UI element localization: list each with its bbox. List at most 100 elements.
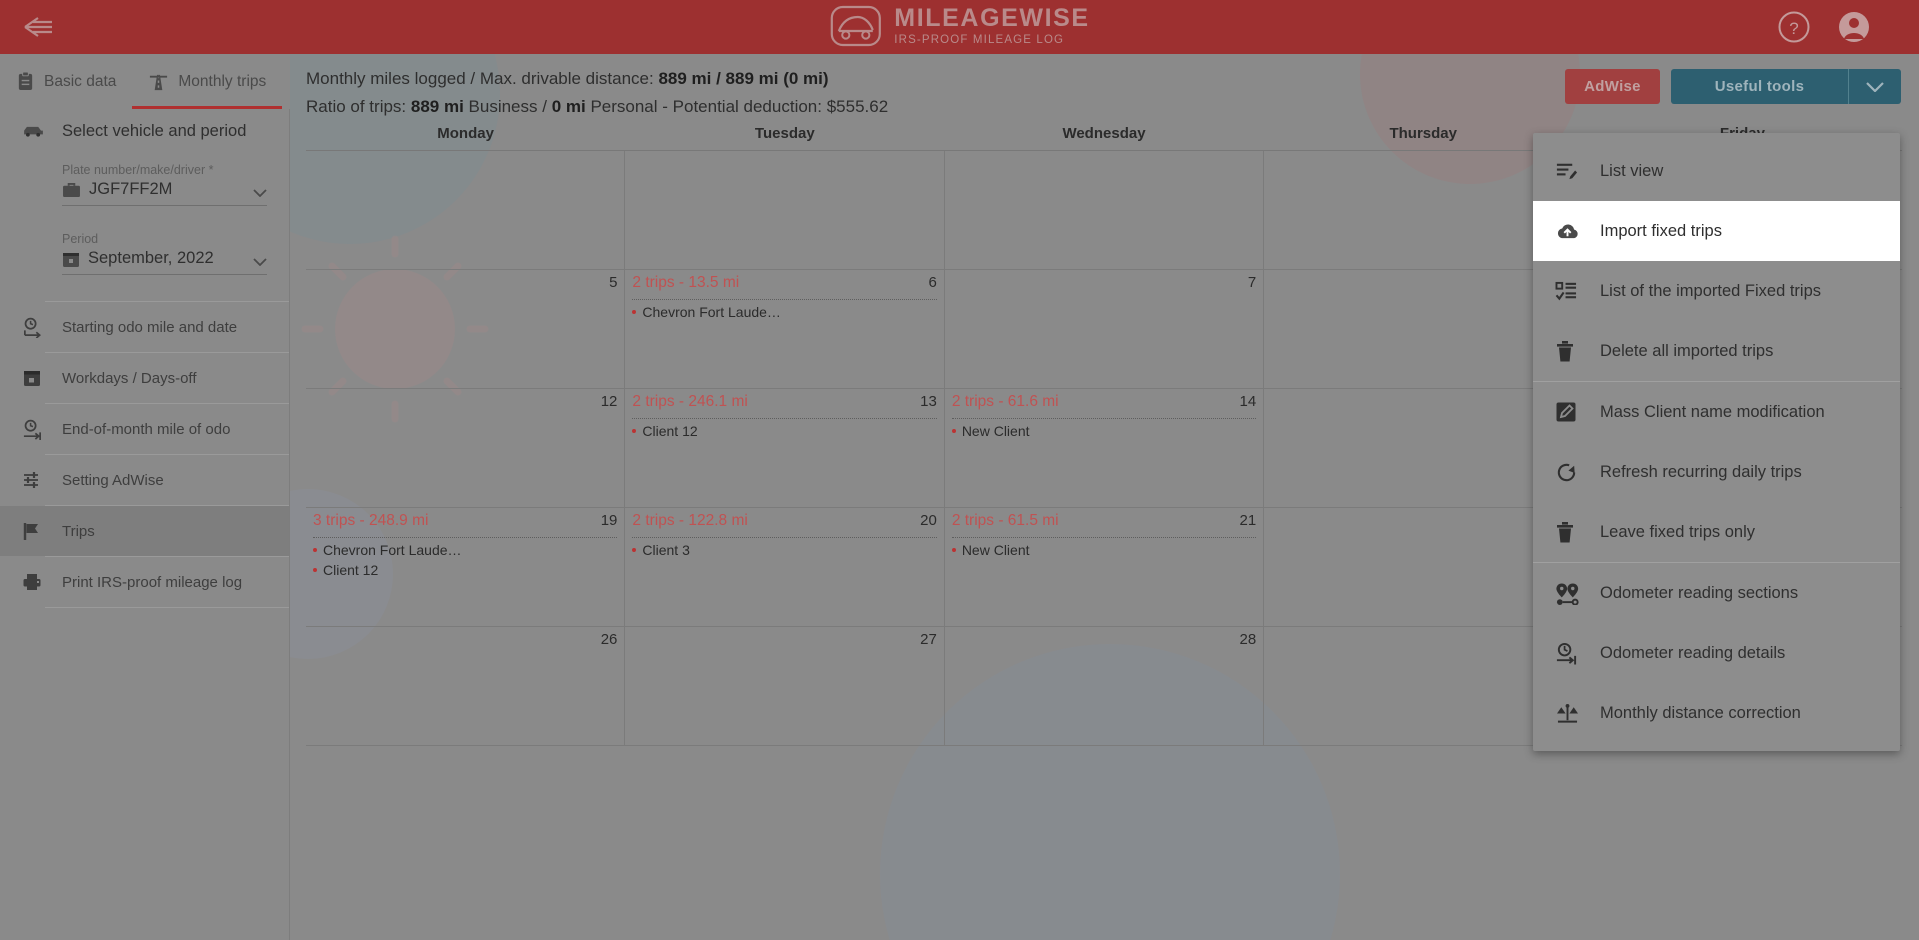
calendar-day-cell[interactable]: 28: [945, 627, 1265, 745]
cloud-upload-icon: [1555, 221, 1600, 242]
account-circle-icon[interactable]: [1837, 10, 1871, 44]
menu-item-label: Delete all imported trips: [1600, 341, 1774, 360]
day-client-entry[interactable]: Chevron Fort Laude…: [632, 304, 936, 320]
menu-item-odometer-reading-sections[interactable]: Odometer reading sections: [1533, 563, 1900, 623]
calendar-day-cell[interactable]: 2 trips - 61.6 mi 14 New Client: [945, 389, 1265, 507]
scales-icon: [1555, 703, 1600, 724]
list-edit-icon: [1555, 160, 1600, 183]
sidebar-item-print-log-label: Print IRS-proof mileage log: [62, 573, 243, 591]
calendar-day-cell[interactable]: 26: [306, 627, 626, 745]
day-number: 14: [1239, 393, 1257, 410]
plate-field-value: JGF7FF2M: [89, 180, 173, 198]
summary-line-2-suffix: Personal - Potential deduction: $555.62: [585, 97, 889, 116]
menu-item-label: Odometer reading sections: [1600, 583, 1799, 602]
period-field[interactable]: Period September, 2022: [62, 232, 267, 275]
calendar-day-cell[interactable]: 2 trips - 122.8 mi 20 Client 3: [625, 508, 945, 626]
day-number: 26: [600, 631, 618, 648]
menu-item-list-view[interactable]: List view: [1533, 141, 1900, 201]
sidebar-item-setting-adwise[interactable]: Setting AdWise: [0, 455, 289, 505]
day-number: 27: [920, 631, 937, 648]
day-client-entry[interactable]: Client 12: [313, 562, 617, 578]
plate-field-label: Plate number/make/driver *: [62, 163, 214, 177]
menu-item-list-of-the-imported-fixed-trips[interactable]: List of the imported Fixed trips: [1533, 261, 1900, 321]
day-client-entry[interactable]: Chevron Fort Laude…: [313, 542, 617, 558]
day-client-label: Client 12: [323, 562, 379, 578]
day-client-entry[interactable]: Client 3: [632, 542, 936, 558]
tab-basic-data-label: Basic data: [44, 72, 117, 90]
map-pins-icon: [1555, 582, 1600, 605]
calendar-day-cell[interactable]: 2 trips - 61.5 mi 21 New Client: [945, 508, 1265, 626]
summary-line-2-mid: Business /: [463, 97, 552, 116]
menu-item-label: Leave fixed trips only: [1600, 522, 1756, 541]
day-client-entry[interactable]: New Client: [951, 423, 1256, 439]
calendar-day-cell[interactable]: 3 trips - 248.9 mi 19 Chevron Fort Laude… C…: [306, 508, 626, 626]
menu-item-monthly-distance-correction[interactable]: Monthly distance correction: [1533, 683, 1900, 743]
calendar-day-cell[interactable]: 5: [306, 270, 626, 388]
menu-item-label: List of the imported Fixed trips: [1600, 281, 1822, 300]
bullet-icon: [951, 548, 956, 552]
tab-basic-data[interactable]: Basic data: [0, 54, 132, 109]
summary-line-1: Monthly miles logged / Max. drivable dis…: [306, 65, 888, 93]
day-client-label: New Client: [961, 423, 1030, 439]
sidebar-item-setting-adwise-label: Setting AdWise: [62, 471, 164, 489]
sidebar-item-starting-odo[interactable]: Starting odo mile and date: [0, 302, 289, 352]
calendar-day-header: Monday: [437, 125, 494, 142]
summary-personal-miles: 0 mi: [551, 97, 586, 116]
useful-tools-button[interactable]: Useful tools: [1671, 69, 1848, 104]
useful-tools-group: Useful tools: [1671, 69, 1901, 104]
sidebar-header-label: Select vehicle and period: [62, 121, 247, 140]
brand-subtitle: IRS-PROOF MILEAGE LOG: [894, 33, 1065, 46]
adwise-button[interactable]: AdWise: [1565, 69, 1660, 104]
view-tabs: Basic data Monthly trips: [0, 54, 300, 109]
day-trips-summary: 2 trips - 122.8 mi: [632, 512, 748, 529]
bullet-icon: [632, 310, 637, 314]
calendar-day-cell[interactable]: 7: [945, 270, 1265, 388]
calendar-day-cell[interactable]: 27: [625, 627, 945, 745]
sidebar-item-trips[interactable]: Trips: [0, 506, 289, 556]
menu-item-import-fixed-trips[interactable]: Import fixed trips: [1533, 201, 1900, 261]
menu-item-delete-all-imported-trips[interactable]: Delete all imported trips: [1533, 321, 1900, 381]
sidebar-item-select-vehicle[interactable]: Select vehicle and period: [0, 109, 289, 153]
summary-block: Monthly miles logged / Max. drivable dis…: [306, 65, 888, 121]
menu-item-leave-fixed-trips-only[interactable]: Leave fixed trips only: [1533, 502, 1900, 562]
day-client-label: Chevron Fort Laude…: [642, 304, 781, 320]
calendar-day-cell[interactable]: 12: [306, 389, 626, 507]
day-number: 7: [1247, 274, 1257, 291]
calendar-day-cell[interactable]: 2 trips - 13.5 mi 6 Chevron Fort Laude…: [625, 270, 945, 388]
day-client-entry[interactable]: Client 12: [632, 423, 936, 439]
cell-divider: [632, 299, 937, 300]
sidebar-item-print-log[interactable]: Print IRS-proof mileage log: [0, 557, 289, 607]
useful-tools-dropdown-toggle[interactable]: [1848, 69, 1901, 104]
day-client-entry[interactable]: New Client: [951, 542, 1256, 558]
trash-icon: [1555, 521, 1600, 544]
menu-item-mass-client-name-modification[interactable]: Mass Client name modification: [1533, 382, 1900, 442]
calendar-day-header: Wednesday: [1062, 125, 1146, 142]
edit-square-icon: [1555, 401, 1600, 423]
sidebar-item-end-of-month-odo[interactable]: End-of-month mile of odo: [0, 404, 289, 454]
menu-item-label: Mass Client name modification: [1600, 402, 1825, 421]
day-trips-summary: 2 trips - 61.6 mi: [951, 393, 1059, 410]
divider: [45, 607, 289, 608]
bullet-icon: [632, 548, 637, 552]
menu-item-odometer-reading-details[interactable]: Odometer reading details: [1533, 623, 1900, 683]
calendar-icon: [62, 250, 80, 268]
summary-line-1-prefix: Monthly miles logged / Max. drivable dis…: [306, 69, 659, 88]
calendar-day-header: Tuesday: [754, 125, 815, 142]
calendar-day-cell[interactable]: 2 trips - 246.1 mi 13 Client 12: [625, 389, 945, 507]
collapse-sidebar-icon[interactable]: [22, 12, 56, 42]
sidebar: Select vehicle and period Plate number/m…: [0, 109, 290, 940]
chevron-down-icon[interactable]: [253, 258, 267, 266]
plate-field[interactable]: Plate number/make/driver * JGF7FF2M: [62, 163, 267, 206]
help-circle-icon[interactable]: ?: [1777, 10, 1811, 44]
sidebar-item-workdays[interactable]: Workdays / Days-off: [0, 353, 289, 403]
chevron-down-icon[interactable]: [253, 189, 267, 197]
briefcase-icon: [62, 182, 81, 198]
calendar-empty-cell: [306, 151, 626, 269]
day-number: 6: [928, 274, 937, 291]
flag-icon: [22, 521, 62, 541]
menu-item-refresh-recurring-daily-trips[interactable]: Refresh recurring daily trips: [1533, 442, 1900, 502]
menu-item-label: Odometer reading details: [1600, 643, 1786, 662]
menu-item-label: List view: [1600, 161, 1664, 180]
sidebar-item-trips-label: Trips: [62, 522, 95, 540]
tab-monthly-trips[interactable]: Monthly trips: [132, 54, 283, 109]
